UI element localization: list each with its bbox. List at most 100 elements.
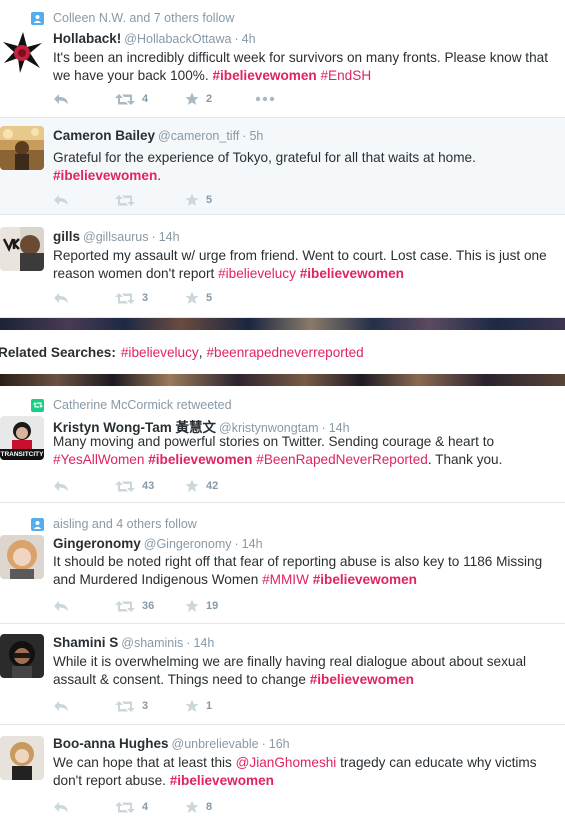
user-handle[interactable]: @cameron_tiff xyxy=(158,129,239,143)
retweet-count: 3 xyxy=(142,700,149,712)
tweet-actions: 4 2 xyxy=(53,90,275,108)
retweet-icon xyxy=(115,600,135,612)
reply-button[interactable] xyxy=(53,600,115,612)
favorite-button[interactable]: 19 xyxy=(185,599,255,613)
tweet[interactable]: Boo-anna Hughes @unbrelievable · 16h We can… xyxy=(0,725,565,816)
hashtag-link[interactable]: #ibelievewomen xyxy=(53,168,157,183)
tweet-actions: 43 42 xyxy=(53,477,255,495)
retweet-count: 36 xyxy=(142,600,155,612)
avatar[interactable] xyxy=(0,126,44,170)
reply-button[interactable] xyxy=(53,292,115,304)
context-text: aisling and 4 others follow xyxy=(53,517,197,531)
avatar[interactable] xyxy=(0,535,44,579)
user-handle[interactable]: @Gingeronomy xyxy=(144,537,232,551)
tweet-text: Reported my assault w/ urge from friend.… xyxy=(53,247,558,283)
display-name[interactable]: Gingeronomy xyxy=(53,536,141,551)
favorite-count: 5 xyxy=(206,194,213,206)
tweet[interactable]: Cameron Bailey @cameron_tiff · 5h Grateful … xyxy=(0,118,565,215)
banner-image-strip xyxy=(0,374,565,386)
retweet-icon xyxy=(115,700,135,712)
hashtag-link[interactable]: #ibelievewomen xyxy=(310,672,414,687)
hashtag-link[interactable]: #ibelievewomen xyxy=(148,452,252,467)
hashtag-link[interactable]: #MMIW xyxy=(262,572,309,587)
reply-icon xyxy=(54,94,68,104)
retweet-button[interactable] xyxy=(115,194,185,207)
reply-button[interactable] xyxy=(53,194,115,206)
retweet-button[interactable]: 43 xyxy=(115,480,185,493)
tweet[interactable]: aisling and 4 others follow Gingeronomy @… xyxy=(0,503,565,624)
favorite-button[interactable]: 42 xyxy=(185,479,255,493)
reply-icon xyxy=(54,293,68,303)
timestamp[interactable]: 16h xyxy=(269,737,290,751)
reply-button[interactable] xyxy=(53,700,115,712)
favorite-button[interactable]: 2 xyxy=(185,92,255,106)
favorite-button[interactable]: 8 xyxy=(185,800,255,814)
timestamp[interactable]: 14h xyxy=(159,230,180,244)
retweet-button[interactable]: 4 xyxy=(115,801,185,814)
avatar-badge-text: TRANSITCITY xyxy=(0,451,44,458)
tweet-text: Many moving and powerful stories on Twit… xyxy=(53,433,558,469)
related-searches-label: Related Searches: xyxy=(0,344,116,360)
retweet-button[interactable]: 3 xyxy=(115,292,185,305)
favorite-button[interactable]: 1 xyxy=(185,699,255,713)
tweet[interactable]: Catherine McCormick retweeted TRANSITCIT… xyxy=(0,386,565,503)
text-segment: We can hope that at least this xyxy=(53,755,236,770)
avatar[interactable] xyxy=(2,30,44,74)
hashtag-link[interactable]: #EndSH xyxy=(321,68,372,83)
star-icon xyxy=(185,699,199,712)
hashtag-link[interactable]: #ibelievewomen xyxy=(300,266,404,281)
reply-icon xyxy=(54,802,68,812)
retweet-button[interactable]: 36 xyxy=(115,600,185,613)
reply-button[interactable] xyxy=(53,93,115,105)
separator-dot: · xyxy=(242,129,247,143)
retweet-button[interactable]: 3 xyxy=(115,700,185,713)
display-name[interactable]: Hollaback! xyxy=(53,31,121,46)
hashtag-link[interactable]: #YesAllWomen xyxy=(53,452,144,467)
user-handle[interactable]: @unbrelievable xyxy=(172,737,259,751)
related-search-link[interactable]: #ibelievelucy xyxy=(121,345,199,360)
text-segment: Grateful for the experience of Tokyo, gr… xyxy=(53,150,476,165)
retweet-context-icon xyxy=(31,398,44,412)
person-icon xyxy=(31,11,44,25)
user-handle[interactable]: @HollabackOttawa xyxy=(124,32,231,46)
tweet[interactable]: Shamini S @shaminis · 14h While it is overw… xyxy=(0,624,565,725)
context-text: Catherine McCormick retweeted xyxy=(53,398,232,412)
hashtag-link[interactable]: #ibelievewomen xyxy=(313,572,417,587)
retweet-count: 4 xyxy=(142,801,149,813)
timestamp[interactable]: 14h xyxy=(193,636,214,650)
related-search-link[interactable]: #beenrapedneverreported xyxy=(207,345,364,360)
more-button[interactable] xyxy=(255,96,275,102)
retweet-icon xyxy=(115,194,135,206)
avatar[interactable]: TRANSITCITY xyxy=(0,416,44,460)
tweet-context: Catherine McCormick retweeted xyxy=(31,397,232,413)
reply-button[interactable] xyxy=(53,480,115,492)
avatar[interactable] xyxy=(0,634,44,678)
star-icon xyxy=(185,193,199,206)
favorite-button[interactable]: 5 xyxy=(185,291,255,305)
timestamp[interactable]: 5h xyxy=(249,129,263,143)
tweet[interactable]: Colleen N.W. and 7 others follow Hollaba… xyxy=(0,0,565,118)
hashtag-link[interactable]: #ibelievewomen xyxy=(212,68,316,83)
user-handle[interactable]: @shaminis xyxy=(121,636,183,650)
avatar[interactable] xyxy=(0,736,44,780)
mention-link[interactable]: @JianGhomeshi xyxy=(236,755,337,770)
user-handle[interactable]: @gillsaurus xyxy=(83,230,149,244)
retweet-button[interactable]: 4 xyxy=(115,93,185,106)
display-name[interactable]: gills xyxy=(53,229,80,244)
favorite-button[interactable]: 5 xyxy=(185,193,255,207)
tweet[interactable]: gills @gillsaurus · 14h Reported my assault… xyxy=(0,215,565,318)
avatar[interactable] xyxy=(0,227,44,271)
timestamp[interactable]: 4h xyxy=(242,32,256,46)
reply-icon xyxy=(54,701,68,711)
reply-button[interactable] xyxy=(53,801,115,813)
hashtag-link[interactable]: #ibelievewomen xyxy=(170,773,274,788)
text-segment: . xyxy=(157,168,162,183)
display-name[interactable]: Cameron Bailey xyxy=(53,128,155,143)
star-icon xyxy=(185,291,199,304)
timestamp[interactable]: 14h xyxy=(242,537,263,551)
hashtag-link[interactable]: #ibelievelucy xyxy=(218,266,296,281)
separator-dot: · xyxy=(261,737,266,751)
display-name[interactable]: Shamini S xyxy=(53,635,118,650)
display-name[interactable]: Boo-anna Hughes xyxy=(53,736,169,751)
hashtag-link[interactable]: #BeenRapedNeverReported xyxy=(256,452,428,467)
